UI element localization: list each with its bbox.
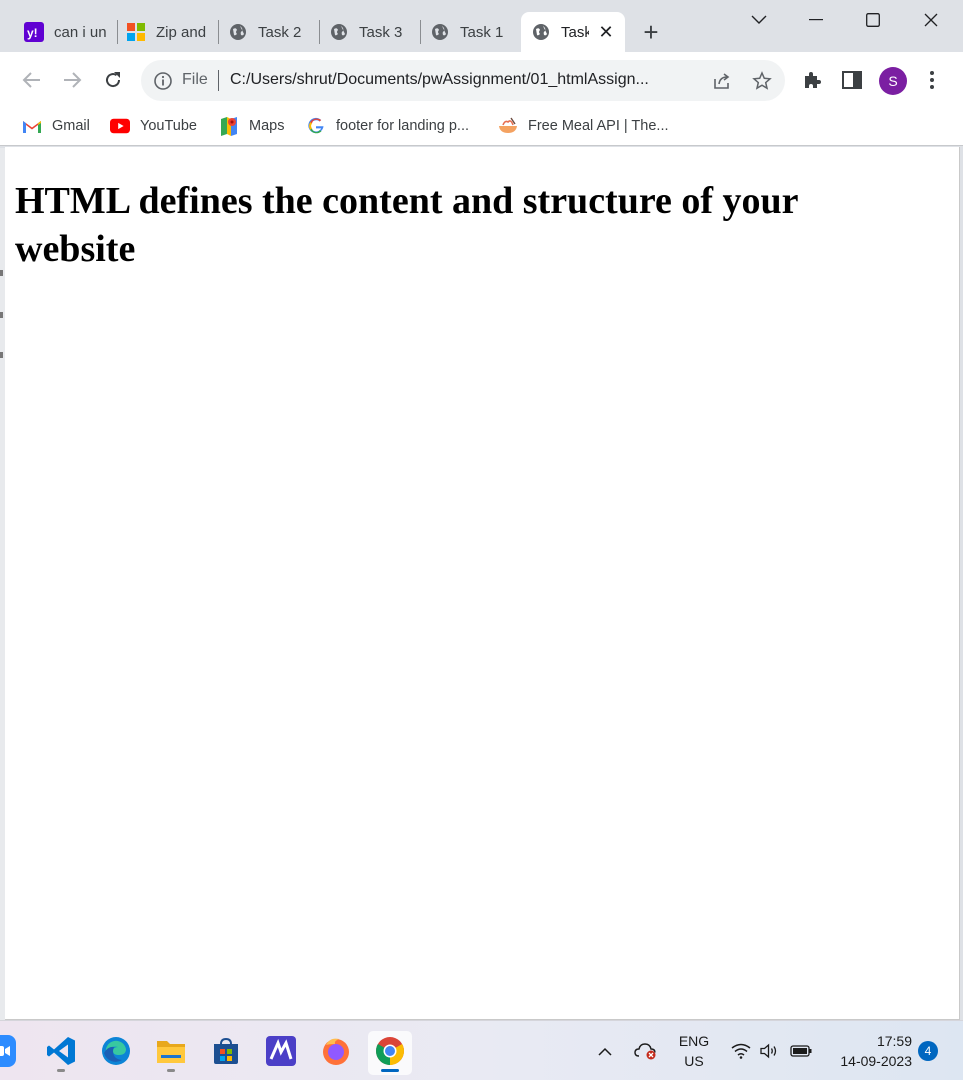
running-indicator xyxy=(167,1069,175,1072)
tab-label: Zip and xyxy=(156,23,207,41)
tab-strip: y! can i un Zip and Task 2 Task 3 Task 1… xyxy=(0,0,963,52)
battery-icon[interactable] xyxy=(788,1021,814,1080)
share-icon[interactable] xyxy=(711,70,733,92)
taskbar: ENG US 17:59 14-09-2023 4 xyxy=(0,1020,963,1080)
info-icon[interactable] xyxy=(153,71,173,91)
bookmark-free-meal[interactable]: Free Meal API | The... xyxy=(498,114,669,138)
clock[interactable]: 17:59 14-09-2023 xyxy=(826,1031,912,1071)
meal-icon xyxy=(498,117,518,135)
reload-icon[interactable] xyxy=(99,66,127,94)
running-indicator xyxy=(57,1069,65,1072)
forward-arrow-icon[interactable] xyxy=(58,66,86,94)
youtube-icon xyxy=(110,117,130,135)
clock-time: 17:59 xyxy=(876,1033,912,1049)
firefox-app[interactable] xyxy=(314,1031,358,1075)
close-tab-icon[interactable]: ✕ xyxy=(597,22,615,43)
bookmark-label: Free Meal API | The... xyxy=(528,118,669,134)
globe-icon xyxy=(329,22,349,42)
vscode-icon xyxy=(45,1035,77,1072)
clock-date: 14-09-2023 xyxy=(840,1053,912,1069)
zoom-app[interactable] xyxy=(0,1031,22,1075)
active-indicator xyxy=(381,1069,399,1072)
firefox-icon xyxy=(320,1035,352,1072)
tab-search-chevron-icon[interactable] xyxy=(744,6,774,34)
bookmark-footer[interactable]: footer for landing p... xyxy=(306,114,469,138)
vscode-app[interactable] xyxy=(39,1031,83,1075)
bookmarks-bar: Gmail YouTube Maps footer for landing p.… xyxy=(0,108,963,146)
onedrive-error-icon[interactable] xyxy=(632,1021,660,1080)
tab-task-3[interactable]: Task 3 xyxy=(319,12,421,52)
svg-text:y!: y! xyxy=(27,26,38,40)
minimize-icon[interactable] xyxy=(801,6,831,34)
bookmark-star-icon[interactable] xyxy=(751,70,773,92)
scheme-label: File xyxy=(182,71,208,88)
show-hidden-icons-chevron-icon[interactable] xyxy=(592,1021,618,1080)
edge-mark xyxy=(0,270,3,276)
omnibox-divider xyxy=(218,70,219,91)
url-text[interactable]: C:/Users/shrut/Documents/pwAssignment/01… xyxy=(230,71,692,89)
tab-label: Task xyxy=(561,23,589,41)
wifi-icon[interactable] xyxy=(729,1021,753,1080)
close-window-icon[interactable] xyxy=(916,6,946,34)
bookmark-youtube[interactable]: YouTube xyxy=(110,114,197,138)
chrome-icon xyxy=(374,1035,406,1072)
back-arrow-icon[interactable] xyxy=(18,66,46,94)
bookmark-label: Maps xyxy=(249,118,285,134)
new-tab-button[interactable]: + xyxy=(638,18,664,46)
profile-avatar[interactable]: S xyxy=(879,67,907,95)
bookmark-gmail[interactable]: Gmail xyxy=(22,114,90,138)
tab-label: can i un xyxy=(54,23,106,41)
maze-app-icon xyxy=(266,1035,296,1071)
tab-zip[interactable]: Zip and xyxy=(116,12,218,52)
side-panel-icon[interactable] xyxy=(838,66,866,94)
tab-task-active[interactable]: Task ✕ xyxy=(521,12,625,52)
volume-icon[interactable] xyxy=(757,1021,781,1080)
language-code: ENG xyxy=(678,1033,710,1049)
notification-badge[interactable]: 4 xyxy=(918,1041,938,1061)
file-explorer-icon xyxy=(155,1037,187,1070)
microsoft-icon xyxy=(126,22,146,42)
maps-icon xyxy=(219,117,239,136)
maximize-icon[interactable] xyxy=(858,6,888,34)
extensions-puzzle-icon[interactable] xyxy=(798,66,826,94)
tab-label: Task 2 xyxy=(258,23,302,41)
edge-mark xyxy=(0,312,3,318)
browser-toolbar: File C:/Users/shrut/Documents/pwAssignme… xyxy=(0,52,963,108)
tab-yahoo[interactable]: y! can i un xyxy=(14,12,116,52)
page-viewport: HTML defines the content and structure o… xyxy=(5,147,960,1020)
globe-icon xyxy=(430,22,450,42)
bookmark-maps[interactable]: Maps xyxy=(219,114,284,138)
chrome-app[interactable] xyxy=(368,1031,412,1075)
browser-window: y! can i un Zip and Task 2 Task 3 Task 1… xyxy=(0,0,963,1020)
input-language[interactable]: ENG US xyxy=(672,1031,716,1071)
more-menu-icon[interactable] xyxy=(918,66,946,94)
file-explorer-app[interactable] xyxy=(149,1031,193,1075)
page-heading: HTML defines the content and structure o… xyxy=(15,180,798,270)
google-icon xyxy=(306,117,326,135)
address-bar[interactable]: File C:/Users/shrut/Documents/pwAssignme… xyxy=(141,60,785,101)
gmail-icon xyxy=(22,117,42,135)
bookmark-label: YouTube xyxy=(140,118,197,134)
bookmark-label: Gmail xyxy=(52,118,90,134)
globe-icon xyxy=(531,22,551,42)
tab-label: Task 1 xyxy=(460,23,504,41)
zoom-icon xyxy=(0,1034,16,1072)
bookmark-label: footer for landing p... xyxy=(336,118,469,134)
globe-icon xyxy=(228,22,248,42)
tab-label: Task 3 xyxy=(359,23,403,41)
tab-task-1[interactable]: Task 1 xyxy=(420,12,522,52)
store-app[interactable] xyxy=(204,1031,248,1075)
edge-mark xyxy=(0,352,3,358)
edge-app[interactable] xyxy=(94,1031,138,1075)
maze-app[interactable] xyxy=(259,1031,303,1075)
store-icon xyxy=(211,1036,241,1071)
tab-task-2[interactable]: Task 2 xyxy=(218,12,320,52)
language-region: US xyxy=(684,1053,704,1069)
yahoo-icon: y! xyxy=(24,22,44,42)
edge-icon xyxy=(100,1035,132,1072)
